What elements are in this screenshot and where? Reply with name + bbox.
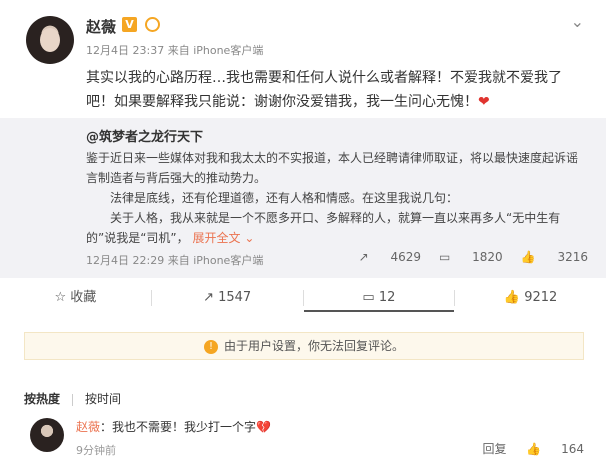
like-count[interactable]: 👍 3216 xyxy=(521,250,588,264)
repost-author[interactable]: @筑梦者之龙行天下 xyxy=(86,126,203,145)
repost-count[interactable]: ↗ 4629 xyxy=(359,250,421,264)
reposted-content[interactable]: @筑梦者之龙行天下 鉴于近日来一些媒体对我和我太太的不实报道，本人已经聘请律师取… xyxy=(0,118,606,278)
collect-button[interactable]: ☆ 收藏 xyxy=(0,284,151,312)
comment-sort: 按热度 按时间 xyxy=(24,390,133,407)
action-bar: ☆ 收藏 ↗ 1547 ▭ 12 👍 9212 xyxy=(0,284,606,312)
post-text: 其实以我的心路历程…我也需要和任何人说什么或者解释！不爱我就不爱我了吧！如果要解… xyxy=(86,70,562,110)
sort-hot[interactable]: 按热度 xyxy=(24,392,60,406)
repost-button[interactable]: ↗ 1547 xyxy=(152,284,303,312)
warning-icon: ! xyxy=(203,339,218,354)
comment-time: 9分钟前 xyxy=(76,444,116,457)
comment-actions: 回复 👍 164 xyxy=(466,440,584,457)
comment-like[interactable]: 👍 164 xyxy=(526,442,584,456)
commenter-avatar[interactable] xyxy=(30,418,64,452)
verified-icon: V xyxy=(122,17,137,32)
vip-icon xyxy=(145,17,160,32)
post-meta: 12月4日 23:37 来自 iPhone客户端 xyxy=(86,42,263,58)
chevron-down-icon[interactable]: ⌄ xyxy=(244,231,254,245)
comment-item: 赵薇：我也不需要！我少打一个字💔 9分钟前 回复 👍 164 xyxy=(0,414,606,462)
comment-count[interactable]: ▭ 1820 xyxy=(439,250,503,264)
post-source: 来自 iPhone客户端 xyxy=(167,44,264,57)
reply-button[interactable]: 回复 xyxy=(482,442,506,456)
repost-meta: 12月4日 22:29 来自 iPhone客户端 xyxy=(86,254,264,267)
author-avatar[interactable] xyxy=(26,16,74,64)
expand-link[interactable]: 展开全文 xyxy=(192,231,240,245)
heart-icon: ❤ xyxy=(478,94,490,110)
post-time[interactable]: 12月4日 23:37 xyxy=(86,44,164,57)
comment-text: 赵薇：我也不需要！我少打一个字💔 xyxy=(76,420,271,434)
reply-disabled-notice: ! 由于用户设置，你无法回复评论。 xyxy=(24,332,584,360)
repost-text: 鉴于近日来一些媒体对我和我太太的不实报道，本人已经聘请律师取证，将以最快速度起诉… xyxy=(86,151,579,245)
comment-button[interactable]: ▭ 12 xyxy=(303,284,455,312)
chevron-down-icon[interactable]: ⌄ xyxy=(571,12,584,31)
like-button[interactable]: 👍 9212 xyxy=(455,284,606,312)
commenter-name[interactable]: 赵薇 xyxy=(76,420,100,434)
divider xyxy=(72,393,74,406)
broken-heart-icon: 💔 xyxy=(256,420,271,434)
sort-time[interactable]: 按时间 xyxy=(85,392,121,406)
repost-stats: ↗ 4629 ▭ 1820 👍 3216 xyxy=(341,250,588,264)
author-name[interactable]: 赵薇 xyxy=(86,16,116,37)
